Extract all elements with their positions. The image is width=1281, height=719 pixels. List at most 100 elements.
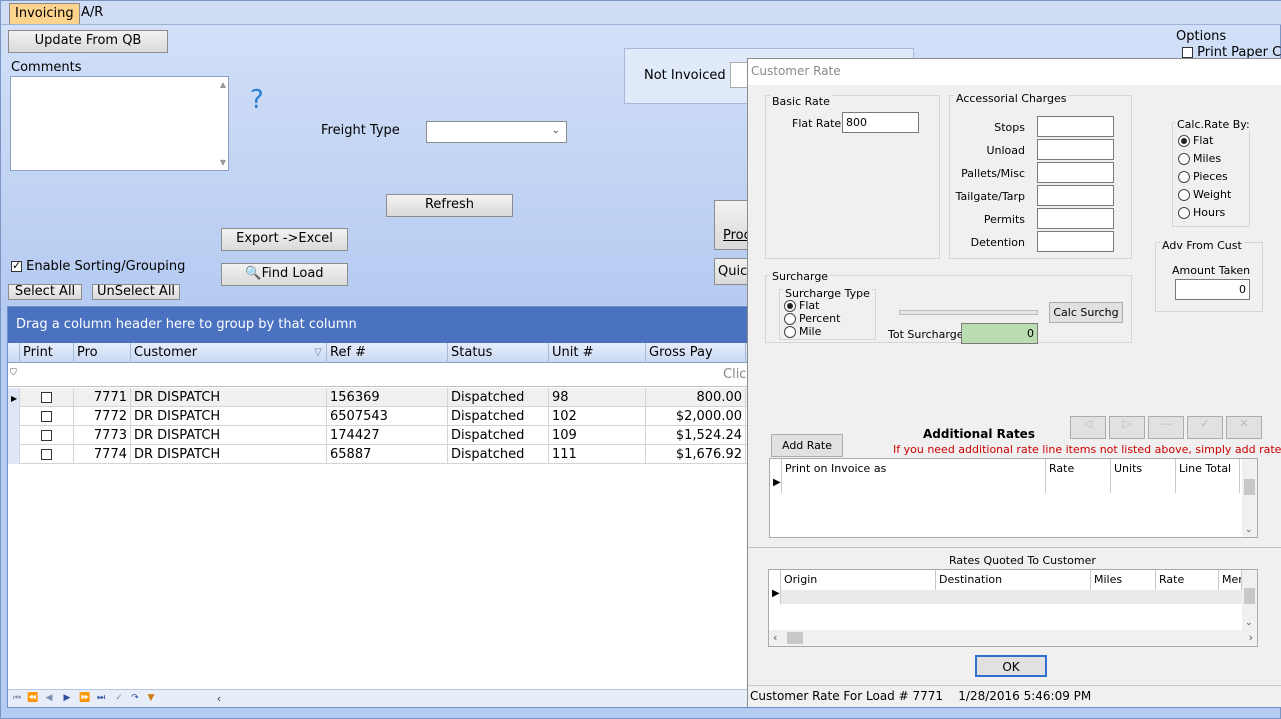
add-col-print-on-invoice[interactable]: Print on Invoice as (782, 459, 1046, 493)
surcharge-type-option[interactable]: Percent (784, 312, 840, 325)
accessorial-input[interactable] (1037, 185, 1114, 206)
checkbox-icon[interactable] (1182, 47, 1193, 58)
add-col-line-total[interactable]: Line Total (1176, 459, 1240, 493)
amount-taken-input[interactable]: 0 (1175, 279, 1250, 300)
print-cell (20, 426, 74, 445)
filter-toggle-icon[interactable]: ▼ (144, 692, 158, 705)
first-page-icon[interactable]: ⏮ (10, 692, 24, 705)
prev-record-icon[interactable]: ◀ (42, 692, 56, 705)
accessorial-input[interactable] (1037, 231, 1114, 252)
next-record-icon[interactable]: ▶ (60, 692, 74, 705)
accessorial-group: Accessorial Charges Stops Unload Pallets/M… (949, 92, 1132, 259)
radio-icon[interactable] (784, 313, 796, 325)
calc-rate-option[interactable]: Hours (1178, 206, 1225, 219)
freight-type-select[interactable]: ⌄ (426, 121, 567, 143)
surcharge-type-option[interactable]: Mile (784, 325, 821, 338)
find-load-button[interactable]: 🔍Find Load (221, 263, 348, 286)
column-header-pro[interactable]: Pro (74, 343, 131, 363)
quoted-scroll-down-icon[interactable]: ⌄ (1245, 618, 1253, 628)
update-from-qb-button[interactable]: Update From QB (8, 30, 168, 53)
row-selector[interactable] (8, 407, 20, 426)
quoted-vscrollbar[interactable]: ⌄ (1242, 570, 1257, 630)
prev-page-icon[interactable]: ⏪ (26, 692, 40, 705)
radio-icon[interactable] (1178, 189, 1190, 201)
refresh-button[interactable]: Refresh (386, 194, 513, 217)
help-icon[interactable]: ? (250, 85, 264, 115)
calc-surcharge-button[interactable]: Calc Surchg (1049, 302, 1123, 323)
scroll-left-icon[interactable]: ‹ (212, 692, 226, 705)
column-header-unit[interactable]: Unit # (549, 343, 646, 363)
cell-pro: 7772 (74, 407, 131, 426)
tab-ar[interactable]: A/R (76, 3, 108, 24)
apply-icon[interactable]: ✓ (112, 692, 126, 705)
unselect-all-button[interactable]: UnSelect All (92, 284, 180, 300)
freight-type-label: Freight Type (321, 123, 400, 138)
radio-icon[interactable] (1178, 153, 1190, 165)
row-selector[interactable] (8, 426, 20, 445)
print-cell (20, 445, 74, 464)
ok-button[interactable]: OK (975, 655, 1047, 677)
cell-gross: $1,676.92 (646, 445, 746, 464)
quoted-hscroll-thumb[interactable] (787, 632, 803, 644)
refresh-icon[interactable]: ↷ (128, 692, 142, 705)
scroll-thumb[interactable] (1244, 479, 1255, 495)
radio-icon[interactable] (784, 326, 796, 338)
flat-rate-input[interactable]: 800 (842, 112, 919, 133)
calc-rate-option[interactable]: Pieces (1178, 170, 1228, 183)
quoted-vscroll-thumb[interactable] (1244, 588, 1255, 604)
cell-pro: 7774 (74, 445, 131, 464)
column-header-print[interactable]: Print (20, 343, 74, 363)
column-header-gross-pay[interactable]: Gross Pay (646, 343, 746, 363)
row-selector[interactable] (8, 445, 20, 464)
quoted-scroll-left-icon[interactable]: ‹ (773, 631, 777, 644)
cell-status: Dispatched (448, 445, 549, 464)
scroll-up-icon[interactable]: ▲ (220, 80, 226, 89)
add-col-rate[interactable]: Rate (1046, 459, 1111, 493)
print-checkbox[interactable] (41, 392, 52, 403)
radio-icon[interactable] (1178, 207, 1190, 219)
accessorial-input[interactable] (1037, 162, 1114, 183)
column-header-status[interactable]: Status (448, 343, 549, 363)
export-excel-button[interactable]: Export ->Excel (221, 228, 348, 251)
last-page-icon[interactable]: ⏭ (94, 692, 108, 705)
next-page-icon[interactable]: ⏩ (78, 692, 92, 705)
scroll-down-icon[interactable]: ⌄ (1245, 525, 1253, 535)
quoted-scroll-right-icon[interactable]: › (1249, 631, 1253, 644)
radio-icon[interactable] (784, 300, 796, 312)
select-all-button[interactable]: Select All (8, 284, 82, 300)
delete-icon[interactable]: — (1148, 416, 1184, 439)
quoted-new-row[interactable] (781, 590, 1242, 604)
next-icon[interactable]: ▷ (1109, 416, 1145, 439)
add-col-units[interactable]: Units (1111, 459, 1176, 493)
row-selector[interactable]: ▶ (8, 388, 20, 407)
checkbox-checked-icon[interactable] (11, 259, 22, 272)
comments-textarea[interactable]: ▲ ▼ (10, 76, 229, 171)
print-checkbox[interactable] (41, 411, 52, 422)
prev-icon[interactable]: ◁ (1070, 416, 1106, 439)
radio-icon[interactable] (1178, 171, 1190, 183)
print-checkbox[interactable] (41, 449, 52, 460)
surcharge-type-option[interactable]: Flat (784, 299, 819, 312)
add-rate-button[interactable]: Add Rate (771, 434, 843, 457)
column-header-customer[interactable]: Customer ▽ (131, 343, 327, 363)
accessorial-input[interactable] (1037, 116, 1114, 137)
cell-customer: DR DISPATCH (131, 388, 327, 407)
radio-icon[interactable] (1178, 135, 1190, 147)
calc-rate-option-label: Flat (1193, 134, 1214, 147)
accessorial-input[interactable] (1037, 208, 1114, 229)
calc-rate-option[interactable]: Flat (1178, 134, 1213, 147)
tab-invoicing[interactable]: Invoicing (9, 3, 80, 24)
accessorial-input[interactable] (1037, 139, 1114, 160)
cell-unit: 102 (549, 407, 646, 426)
column-header-ref[interactable]: Ref # (327, 343, 448, 363)
enable-sorting-checkbox[interactable]: Enable Sorting/Grouping (11, 259, 185, 274)
filter-icon[interactable]: ▽ (314, 343, 322, 363)
post-icon[interactable]: ✓ (1187, 416, 1223, 439)
scroll-down-icon[interactable]: ▼ (220, 158, 226, 167)
print-checkbox[interactable] (41, 430, 52, 441)
calc-rate-option[interactable]: Weight (1178, 188, 1231, 201)
additional-rates-scrollbar[interactable]: ⌄ (1242, 459, 1257, 537)
cancel-icon[interactable]: ✕ (1226, 416, 1262, 439)
calc-rate-option[interactable]: Miles (1178, 152, 1221, 165)
quoted-hscrollbar[interactable]: ‹ › (769, 630, 1257, 646)
